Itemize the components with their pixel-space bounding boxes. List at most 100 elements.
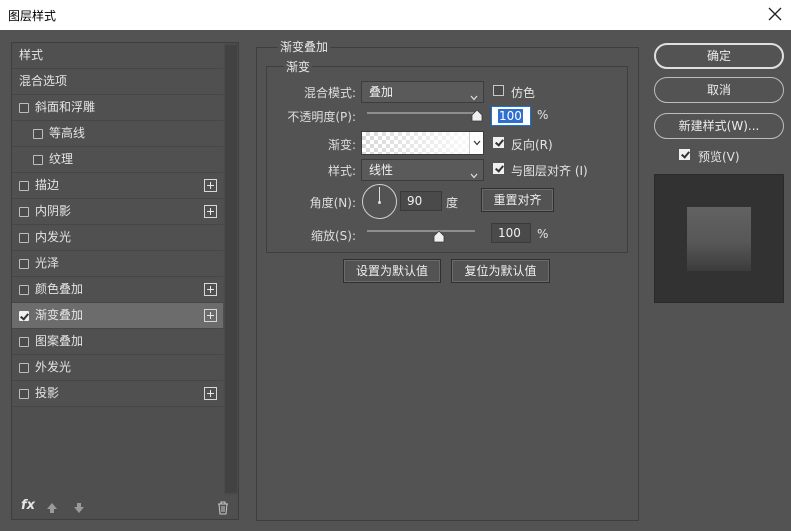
blend-mode-label: 混合模式: — [303, 86, 356, 100]
chevron-down-icon — [470, 88, 478, 101]
cancel-button[interactable]: 取消 — [654, 77, 784, 103]
scale-label: 缩放(S): — [310, 229, 356, 243]
dither-checkbox[interactable] — [493, 85, 504, 96]
opacity-input[interactable]: 100 — [491, 106, 531, 126]
style-value: 线性 — [369, 163, 394, 177]
style-list-item[interactable]: 外发光 — [12, 355, 223, 381]
align-with-layer-label: 与图层对齐 (I) — [511, 164, 588, 178]
opacity-slider-fill — [367, 112, 477, 114]
style-item-checkbox[interactable] — [19, 285, 29, 295]
style-item-checkbox[interactable] — [19, 233, 29, 243]
scale-input[interactable]: 100 — [491, 223, 531, 243]
style-item-checkbox[interactable] — [19, 337, 29, 347]
preview-checkbox[interactable] — [679, 149, 690, 160]
scrollbar-thumb[interactable] — [225, 45, 237, 493]
gradient-preview — [362, 132, 469, 154]
style-preview — [654, 174, 784, 303]
style-item-label: 渐变叠加 — [35, 308, 84, 322]
reset-default-button[interactable]: 复位为默认值 — [451, 259, 550, 283]
style-list-item[interactable]: 内发光 — [12, 225, 223, 251]
style-list-item[interactable]: 内阴影 — [12, 199, 223, 225]
style-select[interactable]: 线性 — [361, 159, 484, 181]
add-icon[interactable] — [204, 205, 217, 218]
new-style-button[interactable]: 新建样式(W)... — [654, 113, 784, 139]
blend-mode-value: 叠加 — [369, 85, 394, 99]
style-item-label: 颜色叠加 — [35, 282, 84, 296]
add-icon[interactable] — [204, 387, 217, 400]
angle-label: 角度(N): — [309, 196, 356, 210]
title-bar: 图层样式 — [0, 0, 791, 30]
reverse-checkbox[interactable] — [493, 137, 504, 148]
style-list-item[interactable]: 描边 — [12, 173, 223, 199]
scale-slider-track[interactable] — [367, 230, 475, 232]
style-label: 样式: — [327, 164, 356, 178]
opacity-label: 不透明度(P): — [287, 110, 356, 124]
angle-needle — [379, 187, 380, 202]
style-item-label: 样式 — [19, 48, 44, 62]
style-item-label: 投影 — [35, 386, 60, 400]
angle-input[interactable]: 90 — [400, 191, 442, 211]
style-list-panel: 样式混合选项斜面和浮雕等高线纹理描边内阴影内发光光泽颜色叠加渐变叠加图案叠加外发… — [11, 42, 239, 520]
style-item-checkbox[interactable] — [19, 103, 29, 113]
preview-label: 预览(V) — [698, 150, 740, 164]
style-list: 样式混合选项斜面和浮雕等高线纹理描边内阴影内发光光泽颜色叠加渐变叠加图案叠加外发… — [12, 43, 223, 407]
style-list-item[interactable]: 等高线 — [12, 121, 223, 147]
opacity-slider-thumb[interactable] — [471, 109, 483, 122]
group-title: 渐变 — [284, 58, 313, 75]
reset-alignment-button[interactable]: 重置对齐 — [481, 188, 554, 212]
opacity-value: 100 — [498, 109, 523, 123]
ok-button[interactable]: 确定 — [654, 43, 784, 69]
align-with-layer-checkbox[interactable] — [493, 163, 504, 174]
style-list-item[interactable]: 样式 — [12, 43, 223, 69]
style-item-label: 混合选项 — [19, 74, 68, 88]
add-icon[interactable] — [204, 179, 217, 192]
move-up-icon[interactable] — [46, 502, 58, 514]
trash-icon[interactable] — [217, 501, 229, 515]
style-item-checkbox[interactable] — [19, 363, 29, 373]
move-down-icon[interactable] — [73, 502, 85, 514]
style-item-label: 斜面和浮雕 — [35, 100, 96, 114]
close-icon[interactable] — [765, 4, 785, 24]
style-list-item[interactable]: 颜色叠加 — [12, 277, 223, 303]
style-list-item[interactable]: 光泽 — [12, 251, 223, 277]
style-item-checkbox[interactable] — [19, 181, 29, 191]
gradient-picker[interactable] — [361, 131, 484, 155]
style-list-item[interactable]: 渐变叠加 — [12, 303, 223, 329]
add-icon[interactable] — [204, 309, 217, 322]
style-list-item[interactable]: 投影 — [12, 381, 223, 407]
style-list-item[interactable]: 纹理 — [12, 147, 223, 173]
style-item-label: 内阴影 — [35, 204, 72, 218]
style-item-label: 外发光 — [35, 360, 72, 374]
scale-value: 100 — [498, 226, 521, 240]
dither-label: 仿色 — [511, 86, 536, 100]
blend-mode-select[interactable]: 叠加 — [361, 81, 484, 103]
style-item-checkbox[interactable] — [19, 259, 29, 269]
style-item-label: 内发光 — [35, 230, 72, 244]
style-item-checkbox[interactable] — [19, 389, 29, 399]
style-list-item[interactable]: 斜面和浮雕 — [12, 95, 223, 121]
opacity-slider-track[interactable] — [367, 112, 477, 114]
gradient-label: 渐变: — [327, 138, 356, 152]
scale-slider-thumb[interactable] — [433, 230, 445, 243]
gradient-dropdown[interactable] — [469, 132, 483, 154]
preview-swatch — [687, 207, 751, 271]
angle-unit: 度 — [446, 196, 459, 210]
style-item-checkbox[interactable] — [19, 207, 29, 217]
reverse-label: 反向(R) — [511, 138, 553, 152]
chevron-down-icon — [473, 140, 481, 146]
style-item-checkbox[interactable] — [33, 155, 43, 165]
style-list-item[interactable]: 图案叠加 — [12, 329, 223, 355]
scale-unit: % — [537, 227, 549, 241]
style-item-checkbox[interactable] — [33, 129, 43, 139]
style-list-item[interactable]: 混合选项 — [12, 69, 223, 95]
style-list-toolbar: fx — [12, 495, 240, 519]
add-icon[interactable] — [204, 283, 217, 296]
style-item-label: 纹理 — [49, 152, 74, 166]
angle-dial[interactable] — [362, 184, 397, 219]
style-item-label: 图案叠加 — [35, 334, 84, 348]
angle-value: 90 — [407, 194, 423, 208]
style-item-checkbox[interactable] — [19, 311, 29, 321]
set-default-button[interactable]: 设置为默认值 — [343, 259, 441, 283]
fx-button[interactable]: fx — [21, 498, 35, 513]
angle-center — [378, 201, 381, 204]
